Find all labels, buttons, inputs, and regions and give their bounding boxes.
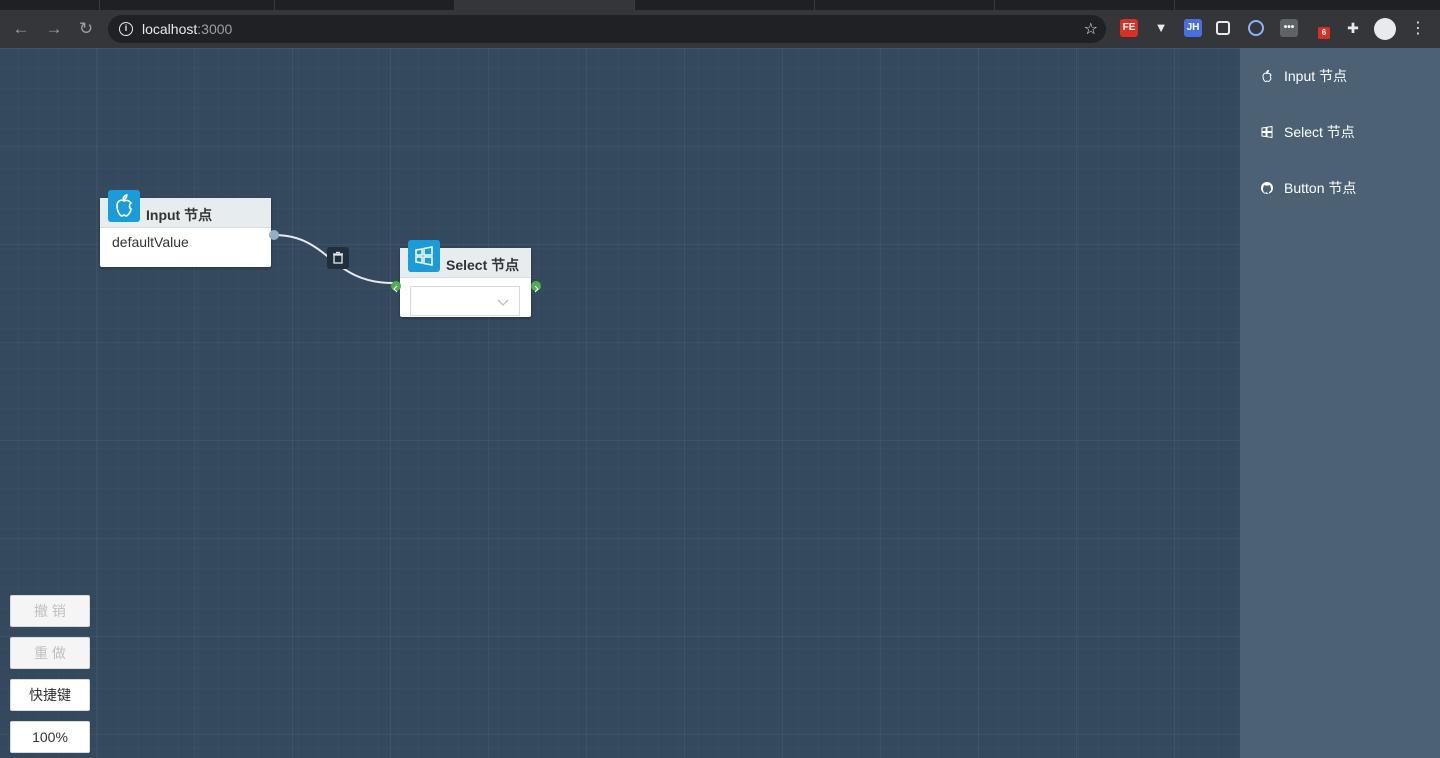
input-field[interactable]: defaultValue [100, 228, 271, 256]
info-icon[interactable]: i [119, 22, 133, 36]
zoom-button[interactable]: 100% [10, 721, 90, 753]
url-text[interactable]: localhost:3000 [142, 21, 232, 37]
browser-tab[interactable] [275, 0, 455, 10]
more-extension-icon[interactable]: ••• [1280, 19, 1298, 37]
node-title: Select 节点 [446, 257, 520, 273]
github-extension-icon[interactable] [1248, 20, 1264, 36]
forward-icon[interactable]: → [43, 18, 65, 40]
profile-avatar[interactable] [1374, 18, 1396, 40]
apple-icon [108, 190, 140, 222]
puzzle-extension-icon[interactable]: ✚ [1344, 19, 1362, 37]
chevron-right-icon [534, 285, 539, 293]
back-icon[interactable]: ← [10, 18, 32, 40]
reload-icon[interactable]: ↻ [75, 18, 97, 40]
apple-icon [1262, 69, 1272, 83]
delete-edge-button[interactable] [327, 247, 349, 269]
sidebar-item-button[interactable]: Button 节点 [1260, 178, 1356, 198]
vue-devtools-icon[interactable]: ▼ [1152, 19, 1170, 37]
fe-extension-icon[interactable]: FE [1120, 19, 1138, 37]
sidebar-item-input[interactable]: Input 节点 [1260, 66, 1347, 86]
windows-icon [1261, 125, 1273, 139]
flow-canvas[interactable]: Input 节点 defaultValue Select 节点 撤 销 重 做 … [0, 48, 1240, 758]
browser-tab[interactable] [995, 0, 1175, 10]
menu-kebab-icon[interactable]: ⋮ [1407, 18, 1429, 40]
output-port[interactable] [269, 230, 279, 240]
select-dropdown[interactable] [410, 286, 520, 316]
sidebar-item-select[interactable]: Select 节点 [1260, 122, 1355, 142]
node-title: Input 节点 [146, 207, 213, 223]
input-node[interactable]: Input 节点 defaultValue [100, 190, 271, 267]
browser-tab[interactable] [0, 0, 100, 10]
edge-layer [273, 234, 394, 284]
browser-tab-active[interactable] [455, 0, 635, 10]
shortcuts-button[interactable]: 快捷键 [10, 679, 90, 711]
undo-button[interactable]: 撤 销 [10, 595, 90, 627]
jh-extension-icon[interactable]: JH [1184, 19, 1202, 37]
node-palette-sidebar: Input 节点 Select 节点 Button 节点 [1240, 48, 1440, 758]
redo-button[interactable]: 重 做 [10, 637, 90, 669]
node-header: Select 节点 [400, 240, 531, 278]
github-icon [1261, 182, 1273, 194]
chevron-down-icon [497, 299, 509, 306]
chevron-left-icon [393, 285, 398, 293]
select-node[interactable]: Select 节点 [400, 240, 531, 317]
trash-icon [333, 251, 343, 264]
tab-strip [0, 0, 1440, 10]
node-header: Input 节点 [100, 190, 271, 228]
browser-tab[interactable] [815, 0, 995, 10]
input-port[interactable] [391, 281, 401, 293]
badge-extension-icon[interactable]: 6 [1318, 27, 1330, 39]
windows-icon [408, 240, 440, 272]
browser-toolbar: ← → ↻ i localhost:3000 ☆ FE ▼ JH ••• 6 ✚ ⋮ [0, 10, 1440, 48]
address-bar[interactable]: i localhost:3000 ☆ [108, 15, 1106, 43]
browser-tab[interactable] [635, 0, 815, 10]
bookmark-star-icon[interactable]: ☆ [1084, 19, 1098, 39]
square-extension-icon[interactable] [1216, 21, 1230, 35]
browser-tab[interactable] [100, 0, 275, 10]
output-port[interactable] [531, 281, 541, 293]
